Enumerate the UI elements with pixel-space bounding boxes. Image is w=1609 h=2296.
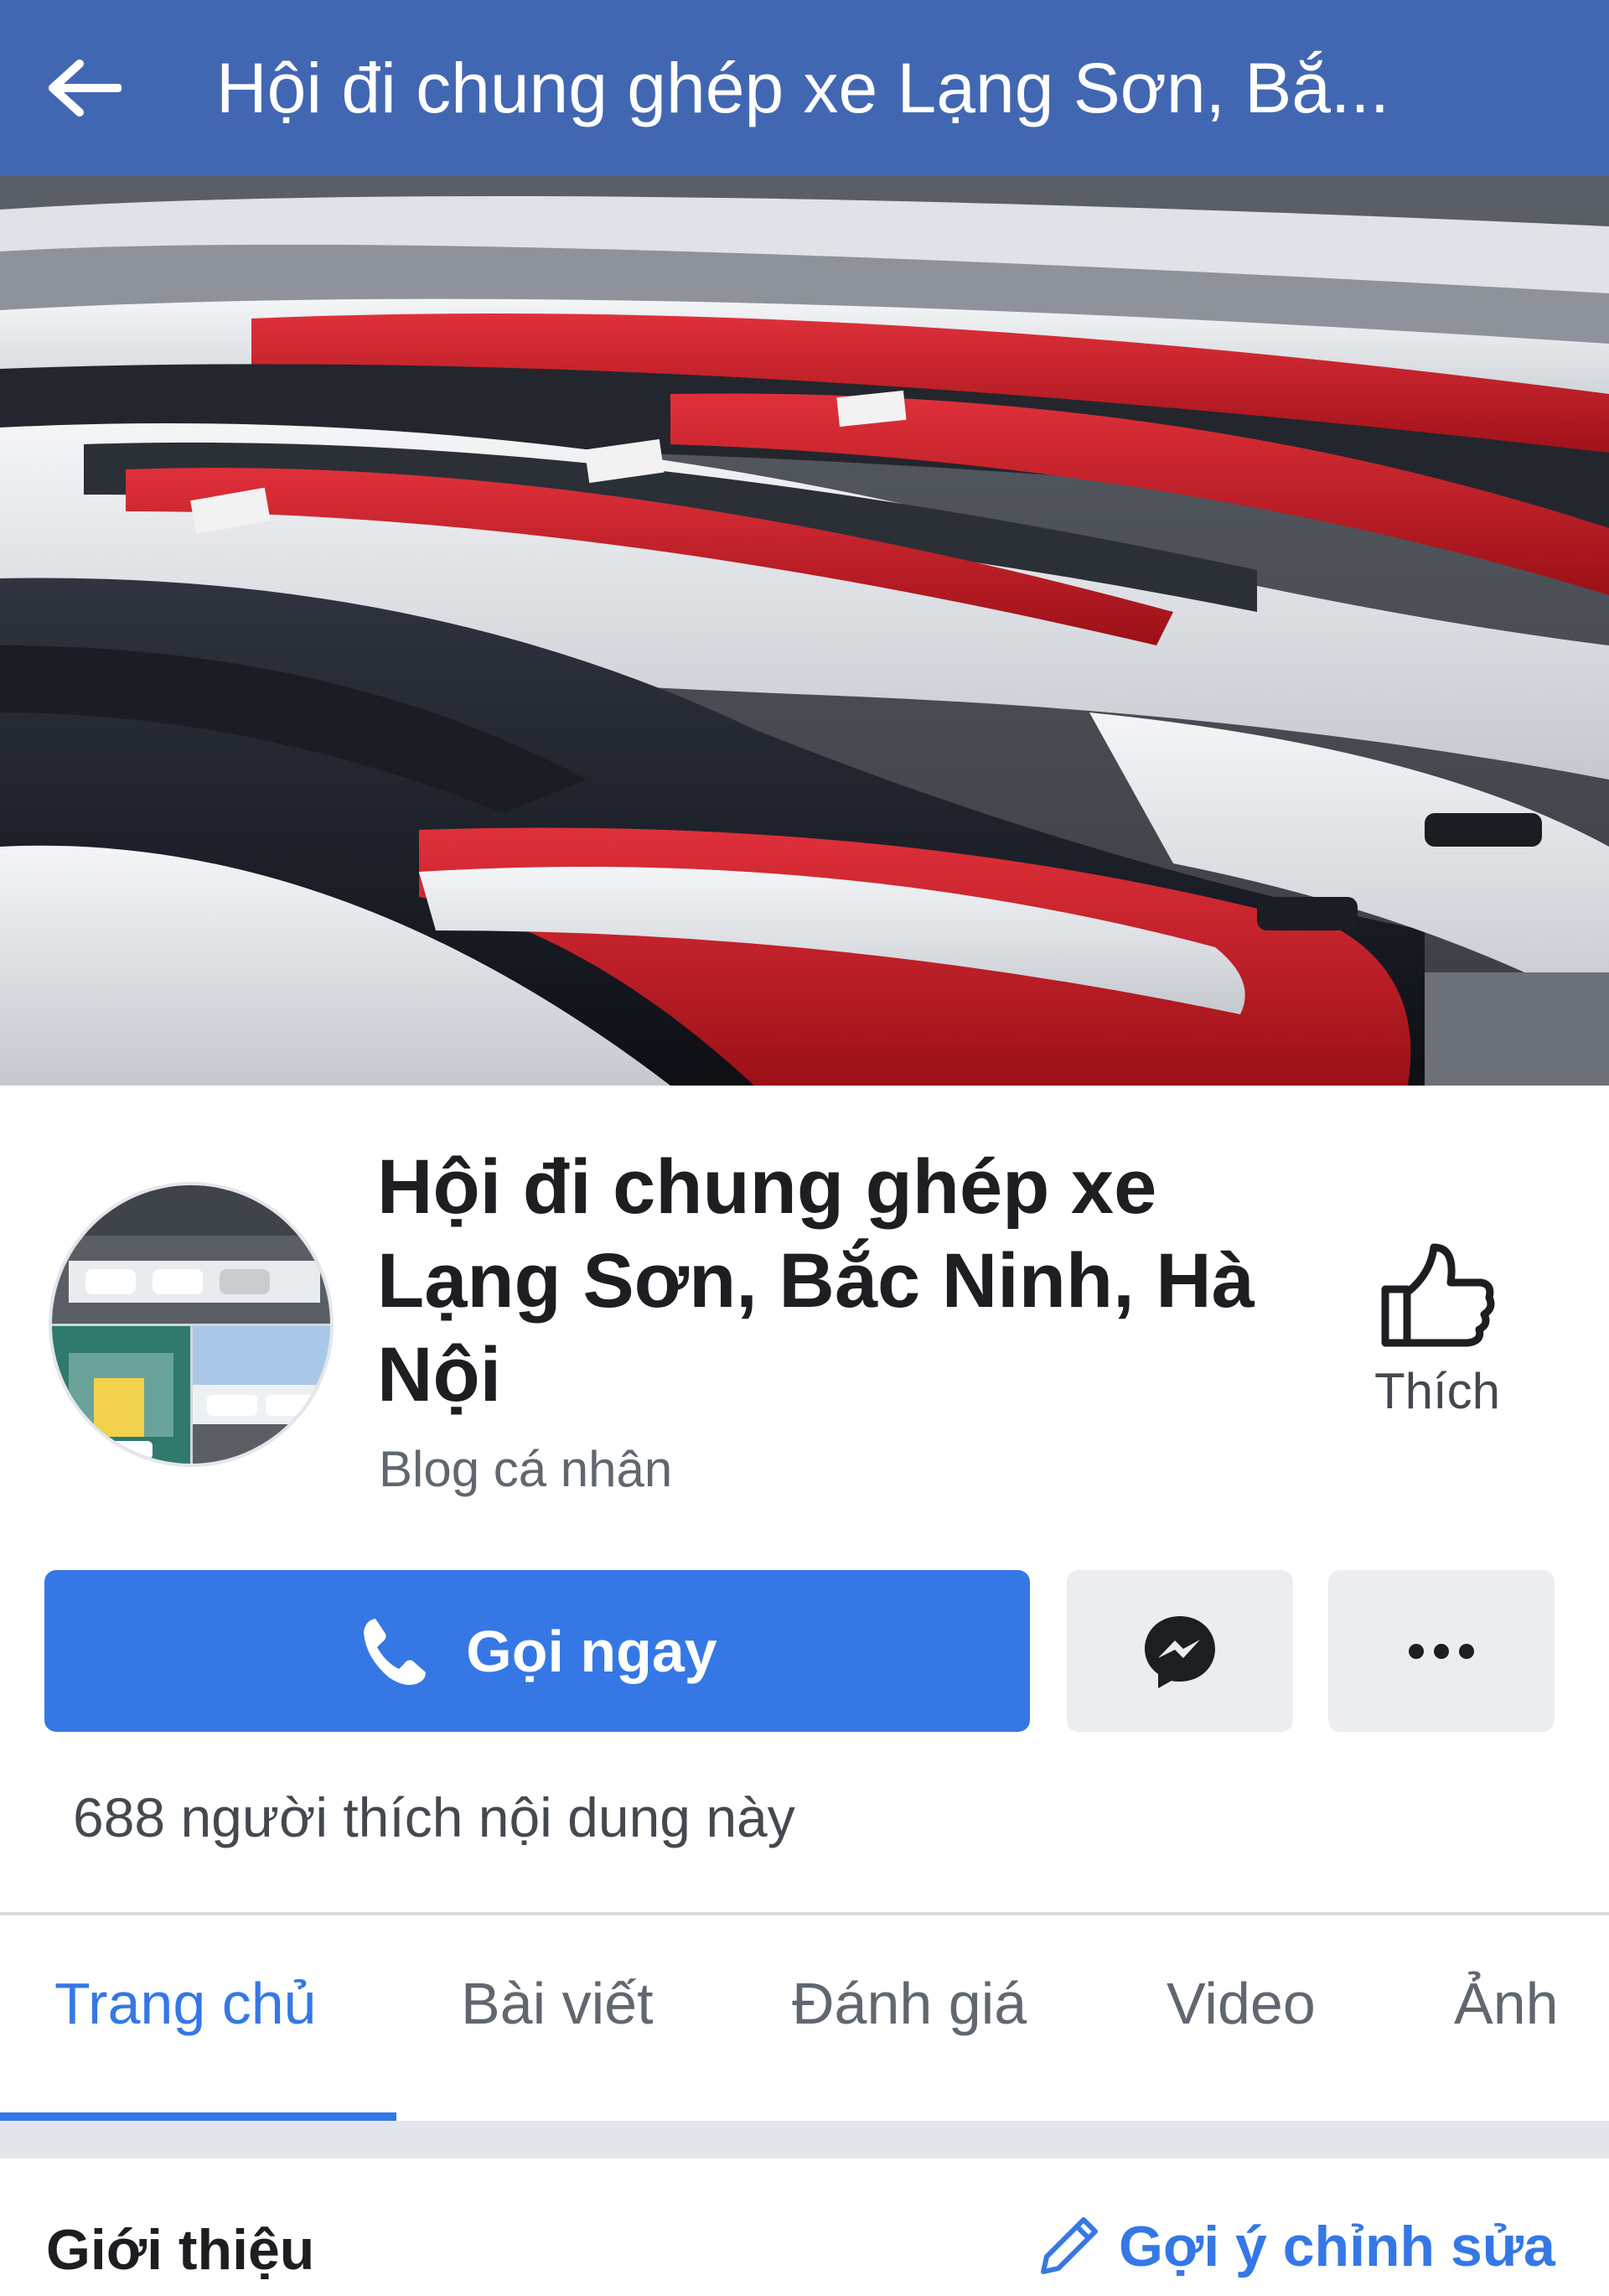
thumbs-up-icon	[1381, 1243, 1495, 1347]
tab-home[interactable]: Trang chủ	[54, 1970, 317, 2037]
page-name: Hội đi chung ghép xe Lạng Sơn, Bắc Ninh,…	[377, 1144, 1255, 1418]
arrow-left-icon	[49, 60, 122, 117]
divider	[0, 1912, 1609, 1915]
like-label: Thích	[1374, 1363, 1501, 1419]
suggest-edit-label: Gợi ý chỉnh sửa	[1119, 2215, 1555, 2278]
call-now-label: Gọi ngay	[466, 1618, 717, 1684]
avatar-image	[52, 1185, 330, 1464]
phone-icon	[364, 1618, 427, 1685]
tab-photos[interactable]: Ảnh	[1454, 1970, 1559, 2037]
messenger-button[interactable]	[1067, 1570, 1293, 1732]
more-options-button[interactable]	[1328, 1570, 1555, 1732]
more-icon	[1409, 1643, 1474, 1659]
top-bar: Hội đi chung ghép xe Lạng Sơn, Bắ...	[0, 0, 1609, 176]
page-category: Blog cá nhân	[379, 1441, 673, 1497]
section-separator	[0, 2121, 1609, 2159]
messenger-icon	[1145, 1615, 1215, 1688]
pencil-icon	[1041, 2217, 1098, 2274]
page-title: Hội đi chung ghép xe Lạng Sơn, Bắ...	[216, 49, 1390, 127]
like-button[interactable]: Thích	[1349, 1241, 1525, 1450]
tab-reviews[interactable]: Đánh giá	[792, 1970, 1027, 2037]
page-tabs: Trang chủ Bài viết Đánh giá Video Ảnh	[0, 1920, 1609, 2121]
call-now-button[interactable]: Gọi ngay	[44, 1570, 1030, 1732]
suggest-edit-link[interactable]: Gợi ý chỉnh sửa	[1035, 2213, 1555, 2280]
intro-title: Giới thiệu	[46, 2218, 315, 2282]
active-tab-indicator	[0, 2112, 396, 2121]
cover-photo[interactable]	[0, 176, 1609, 1086]
cars-cover-image	[0, 176, 1609, 1086]
avatar[interactable]	[49, 1182, 334, 1467]
tab-posts[interactable]: Bài viết	[461, 1970, 654, 2037]
back-button[interactable]	[42, 46, 126, 130]
likes-count: 688 người thích nội dung này	[73, 1786, 795, 1848]
tab-videos[interactable]: Video	[1167, 1970, 1316, 2037]
